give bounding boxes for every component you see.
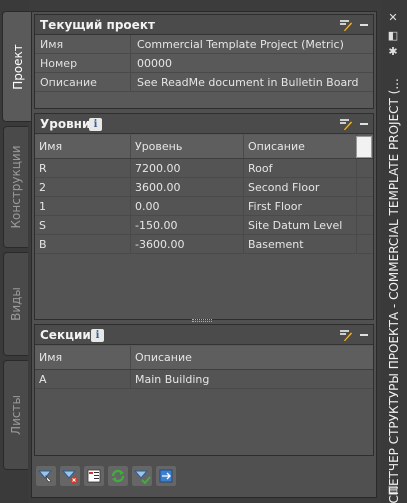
current-project-title: Текущий проект (40, 18, 155, 32)
table-row[interactable]: S -150.00 Site Datum Level (35, 216, 373, 235)
autohide-icon[interactable]: ◧ (387, 30, 399, 42)
edit-icon[interactable] (339, 118, 353, 131)
table-row[interactable]: R 7200.00 Roof (35, 159, 373, 178)
levels-section: Уровни i Имя Уровень Описание R 7200.00 … (34, 113, 374, 320)
level-name: S (35, 216, 131, 234)
levels-header-row: Имя Уровень Описание (35, 135, 373, 159)
divisions-section: Секции i Имя Описание A Main Building (34, 324, 374, 456)
tab-views[interactable]: Виды (3, 252, 28, 356)
level-description: Roof (244, 159, 357, 177)
level-elevation: -150.00 (131, 216, 244, 234)
project-row[interactable]: Номер 00000 (35, 54, 373, 73)
divisions-header: Секции i (35, 325, 373, 345)
edit-icon[interactable] (339, 19, 353, 32)
table-row[interactable]: 2 3600.00 Second Floor (35, 178, 373, 197)
project-key: Номер (35, 54, 131, 73)
collapse-icon[interactable] (360, 123, 368, 125)
define-constructs-icon[interactable] (36, 466, 56, 486)
sync-icon[interactable] (156, 466, 176, 486)
project-row[interactable]: Описание See ReadMe document in Bulletin… (35, 73, 373, 92)
level-name: B (35, 235, 131, 253)
collapse-icon[interactable] (360, 334, 368, 336)
column-header[interactable]: Описание (244, 135, 357, 158)
level-elevation: 3600.00 (131, 178, 244, 196)
level-name: 1 (35, 197, 131, 215)
project-description-value[interactable]: See ReadMe document in Bulletin Board (131, 73, 373, 92)
edit-icon[interactable] (339, 329, 353, 342)
column-header[interactable]: Описание (131, 346, 357, 369)
tab-constructs-label: Конструкции (9, 145, 23, 229)
tab-views-label: Виды (9, 287, 23, 321)
level-description: Site Datum Level (244, 216, 357, 234)
level-elevation: 0.00 (131, 197, 244, 215)
current-project-header: Текущий проект (35, 15, 373, 35)
info-icon[interactable]: i (91, 329, 104, 342)
info-icon[interactable]: i (89, 118, 102, 131)
level-description: Second Floor (244, 178, 357, 196)
tab-constructs[interactable]: Конструкции (3, 126, 28, 248)
level-description: First Floor (244, 197, 357, 215)
properties-icon[interactable] (84, 466, 104, 486)
tab-project[interactable]: Проект (2, 11, 32, 122)
section-splitter[interactable] (192, 319, 212, 322)
tab-sheets-label: Листы (9, 395, 23, 435)
grid-corner-button[interactable] (356, 136, 372, 158)
project-name-value[interactable]: Commercial Template Project (Metric) (131, 35, 373, 54)
collapse-icon[interactable] (360, 24, 368, 26)
levels-grid: Имя Уровень Описание R 7200.00 Roof 2 36… (35, 135, 373, 319)
project-key: Описание (35, 73, 131, 92)
divisions-title: Секции (40, 328, 91, 342)
column-header[interactable]: Уровень (131, 135, 244, 158)
column-header[interactable]: Имя (35, 346, 131, 369)
table-row[interactable]: A Main Building (35, 370, 373, 389)
divisions-header-row: Имя Описание (35, 346, 373, 370)
filter-delete-icon[interactable] (60, 466, 80, 486)
level-elevation: -3600.00 (131, 235, 244, 253)
project-row[interactable]: Имя Commercial Template Project (Metric) (35, 35, 373, 54)
palette-tabs: Проект Конструкции Виды Листы (0, 0, 32, 503)
levels-title: Уровни (40, 117, 91, 131)
divisions-grid: Имя Описание A Main Building (35, 346, 373, 455)
level-name: 2 (35, 178, 131, 196)
division-description: Main Building (135, 373, 210, 386)
refresh-icon[interactable] (108, 466, 128, 486)
filter-check-icon[interactable] (132, 466, 152, 486)
level-elevation: 7200.00 (131, 159, 244, 177)
project-number-value[interactable]: 00000 (131, 54, 373, 73)
table-row[interactable]: B -3600.00 Basement (35, 235, 373, 254)
current-project-section: Текущий проект Имя Commercial Template P… (34, 14, 374, 109)
column-header[interactable]: Имя (35, 135, 131, 158)
palette-title: ДИСПЕТЧЕР СТРУКТУРЫ ПРОЕКТА - COMMERCIAL… (387, 78, 401, 503)
levels-header: Уровни i (35, 114, 373, 134)
tab-sheets[interactable]: Листы (3, 360, 28, 470)
project-key: Имя (35, 35, 131, 54)
close-icon[interactable]: ✕ (387, 12, 399, 24)
tab-project-label: Проект (10, 43, 25, 90)
project-panel: Текущий проект Имя Commercial Template P… (31, 11, 377, 498)
palette-title-bar[interactable]: ✕ ◧ ✱ ▤ ДИСПЕТЧЕР СТРУКТУРЫ ПРОЕКТА - CO… (381, 0, 407, 503)
division-name: A (35, 370, 131, 388)
level-description: Basement (244, 235, 357, 253)
level-name: R (35, 159, 131, 177)
table-row[interactable]: 1 0.00 First Floor (35, 197, 373, 216)
properties-menu-icon[interactable]: ✱ (387, 46, 399, 58)
bottom-toolbar (34, 460, 374, 490)
